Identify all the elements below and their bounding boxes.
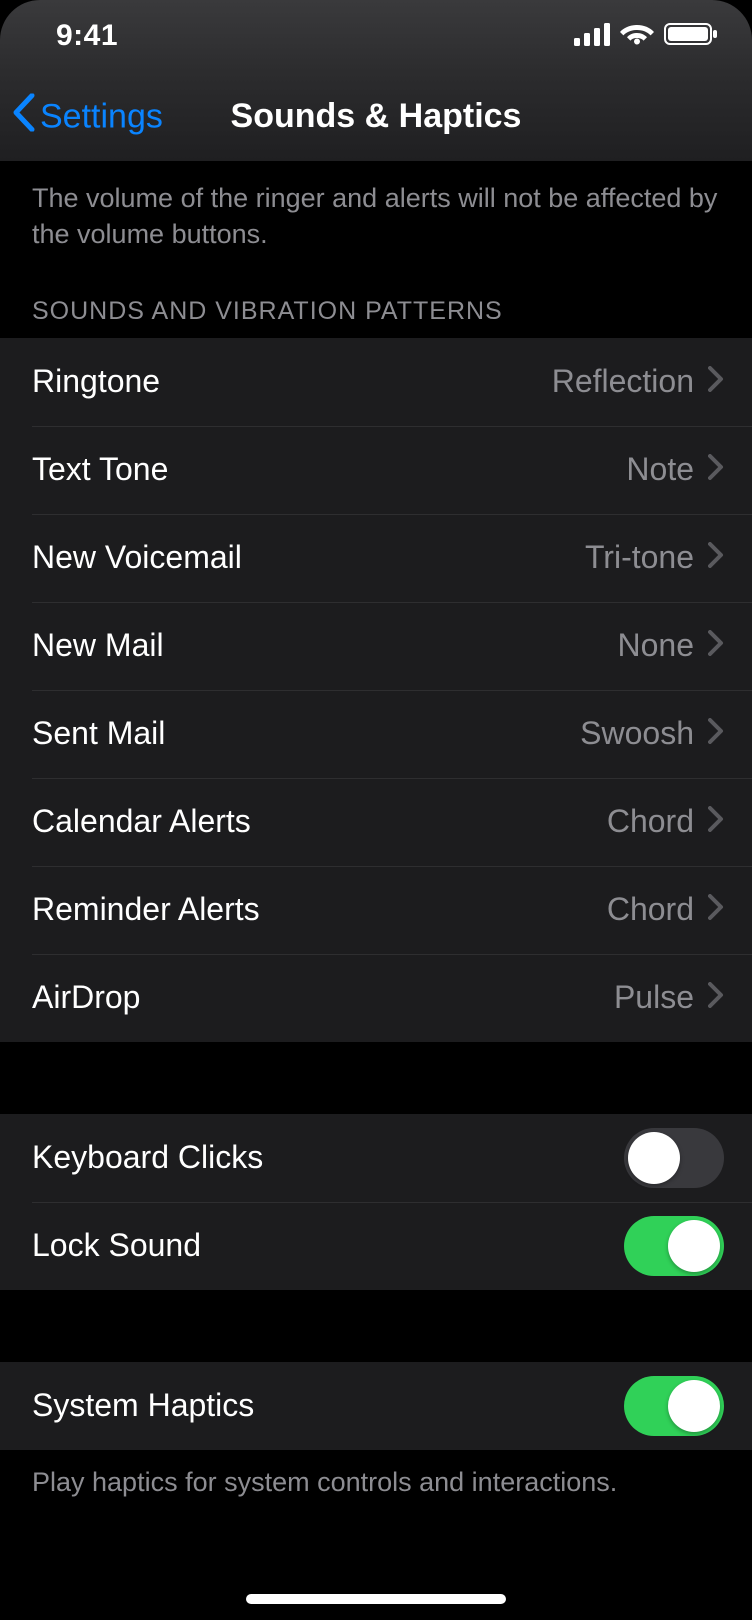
haptics-group: System Haptics bbox=[0, 1362, 752, 1450]
battery-icon bbox=[664, 22, 718, 51]
row-label: Keyboard Clicks bbox=[32, 1139, 263, 1176]
sounds-group: Ringtone Reflection Text Tone Note New V… bbox=[0, 338, 752, 1042]
back-label: Settings bbox=[40, 97, 163, 136]
chevron-right-icon bbox=[708, 718, 724, 749]
chevron-left-icon bbox=[12, 93, 36, 140]
chevron-right-icon bbox=[708, 366, 724, 397]
row-value: Tri-tone bbox=[585, 539, 694, 576]
status-time: 9:41 bbox=[56, 19, 118, 53]
volume-footer-text: The volume of the ringer and alerts will… bbox=[0, 162, 752, 275]
row-sent-mail[interactable]: Sent Mail Swoosh bbox=[0, 690, 752, 778]
row-label: New Voicemail bbox=[32, 539, 242, 576]
chevron-right-icon bbox=[708, 806, 724, 837]
status-icons bbox=[574, 22, 718, 51]
row-new-mail[interactable]: New Mail None bbox=[0, 602, 752, 690]
chevron-right-icon bbox=[708, 630, 724, 661]
cellular-icon bbox=[574, 22, 610, 51]
row-label: New Mail bbox=[32, 627, 164, 664]
row-value: Chord bbox=[607, 891, 694, 928]
row-label: AirDrop bbox=[32, 979, 140, 1016]
settings-sounds-haptics-screen: 9:41 Settings Sounds & Haptics The volum… bbox=[0, 0, 752, 1620]
row-label: Ringtone bbox=[32, 363, 160, 400]
home-indicator[interactable] bbox=[246, 1594, 506, 1604]
chevron-right-icon bbox=[708, 982, 724, 1013]
row-value: Reflection bbox=[552, 363, 694, 400]
row-calendar-alerts[interactable]: Calendar Alerts Chord bbox=[0, 778, 752, 866]
group-spacer bbox=[0, 1290, 752, 1362]
toggle-system-haptics[interactable] bbox=[624, 1376, 724, 1436]
row-text-tone[interactable]: Text Tone Note bbox=[0, 426, 752, 514]
chevron-right-icon bbox=[708, 894, 724, 925]
row-airdrop[interactable]: AirDrop Pulse bbox=[0, 954, 752, 1042]
section-header-sounds: SOUNDS AND VIBRATION PATTERNS bbox=[0, 275, 752, 338]
row-reminder-alerts[interactable]: Reminder Alerts Chord bbox=[0, 866, 752, 954]
haptics-footer-text: Play haptics for system controls and int… bbox=[0, 1450, 752, 1522]
row-ringtone[interactable]: Ringtone Reflection bbox=[0, 338, 752, 426]
row-label: Reminder Alerts bbox=[32, 891, 260, 928]
row-label: Lock Sound bbox=[32, 1227, 201, 1264]
row-label: Sent Mail bbox=[32, 715, 165, 752]
row-label: Calendar Alerts bbox=[32, 803, 251, 840]
row-lock-sound: Lock Sound bbox=[0, 1202, 752, 1290]
nav-bar: Settings Sounds & Haptics bbox=[0, 72, 752, 162]
group-spacer bbox=[0, 1042, 752, 1114]
system-sounds-group: Keyboard Clicks Lock Sound bbox=[0, 1114, 752, 1290]
row-value: Chord bbox=[607, 803, 694, 840]
row-value: None bbox=[618, 627, 695, 664]
row-value: Swoosh bbox=[580, 715, 694, 752]
chevron-right-icon bbox=[708, 542, 724, 573]
chevron-right-icon bbox=[708, 454, 724, 485]
wifi-icon bbox=[620, 22, 654, 51]
toggle-keyboard-clicks[interactable] bbox=[624, 1128, 724, 1188]
page-title: Sounds & Haptics bbox=[231, 97, 522, 136]
row-new-voicemail[interactable]: New Voicemail Tri-tone bbox=[0, 514, 752, 602]
row-value: Pulse bbox=[614, 979, 694, 1016]
row-label: System Haptics bbox=[32, 1387, 254, 1424]
row-value: Note bbox=[626, 451, 694, 488]
row-label: Text Tone bbox=[32, 451, 168, 488]
back-button[interactable]: Settings bbox=[12, 93, 163, 140]
toggle-lock-sound[interactable] bbox=[624, 1216, 724, 1276]
row-system-haptics: System Haptics bbox=[0, 1362, 752, 1450]
status-bar: 9:41 bbox=[0, 0, 752, 72]
row-keyboard-clicks: Keyboard Clicks bbox=[0, 1114, 752, 1202]
